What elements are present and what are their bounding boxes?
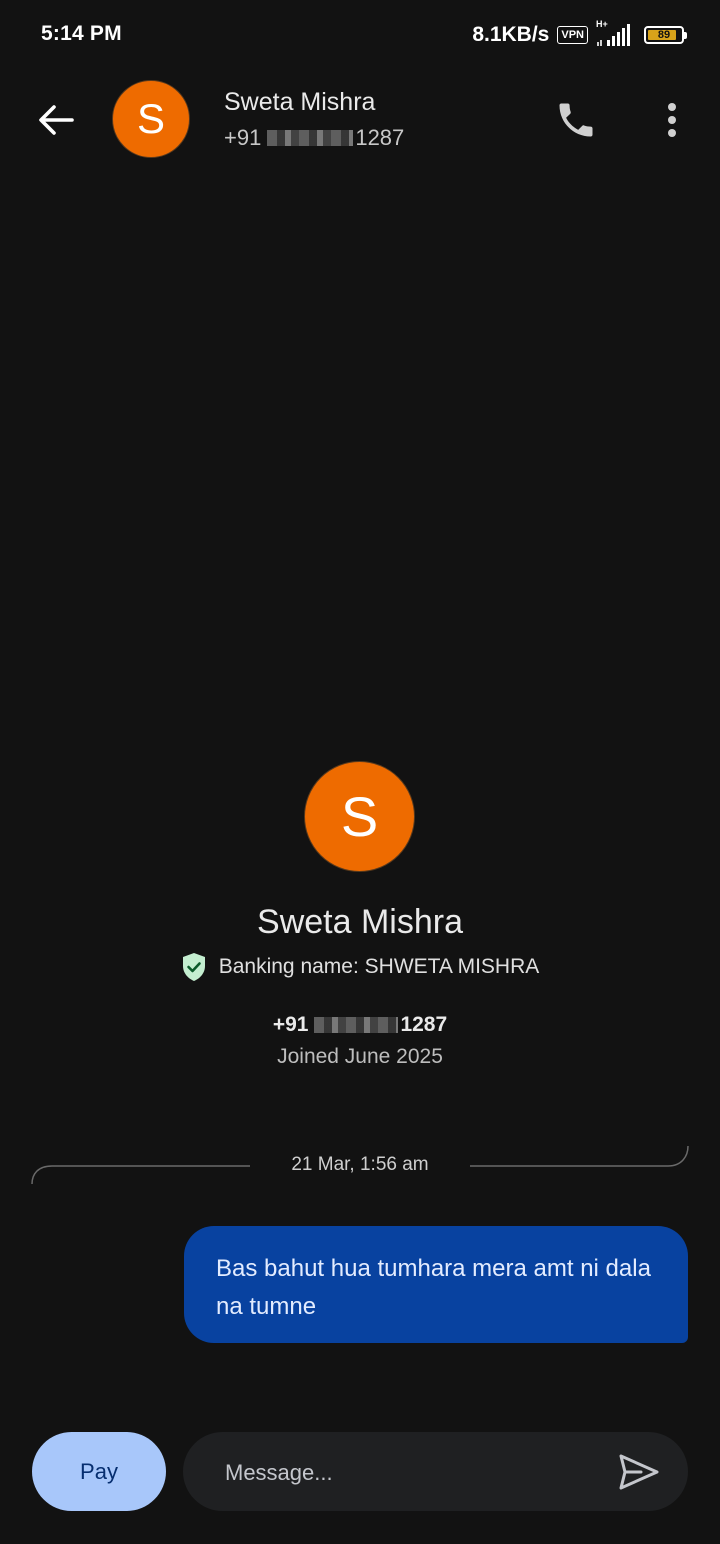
vpn-badge: VPN [557,26,588,44]
phone-suffix: 1287 [355,125,405,150]
signal-icon: H+ [596,19,636,48]
banking-name-row: Banking name: SHWETA MISHRA [0,952,720,982]
arrow-left-icon [39,105,74,135]
phone-suffix: 1287 [400,1013,448,1036]
contact-avatar[interactable]: S [112,80,190,158]
compose-bar [183,1432,688,1513]
message-input[interactable] [223,1432,607,1513]
redacted-digits [267,130,354,146]
call-button[interactable] [554,98,598,142]
back-button[interactable] [32,96,80,144]
phone-prefix: +91 [224,125,262,150]
profile-avatar: S [304,761,415,872]
contact-phone: +91 1287 [224,125,404,151]
phone-prefix: +91 [272,1013,309,1036]
verified-shield-icon [182,953,205,981]
contact-name[interactable]: Sweta Mishra [224,88,375,117]
profile-phone: +91 1287 [0,1013,720,1037]
profile-name: Sweta Mishra [257,903,463,941]
banking-name: Banking name: SHWETA MISHRA [218,955,540,978]
sent-message-bubble[interactable]: Bas bahut hua tumhara mera amt ni dala n… [184,1226,688,1343]
phone-icon [559,103,593,137]
battery-icon: 89 [644,26,687,44]
status-icons: 8.1KB/s VPN H+ 89 [472,19,687,50]
redacted-digits [314,1017,399,1033]
status-time: 5:14 PM [41,22,122,45]
battery-tip [684,32,687,39]
more-options-button[interactable] [656,98,688,142]
network-speed: 8.1KB/s [472,23,550,46]
message-timestamp: 21 Mar, 1:56 am [291,1154,429,1175]
send-icon [619,1454,659,1490]
pay-button[interactable]: Pay [32,1432,166,1511]
battery-level: 89 [657,29,671,41]
joined-date: Joined June 2025 [277,1045,443,1068]
send-button[interactable] [615,1450,663,1494]
more-vert-icon [668,103,676,137]
